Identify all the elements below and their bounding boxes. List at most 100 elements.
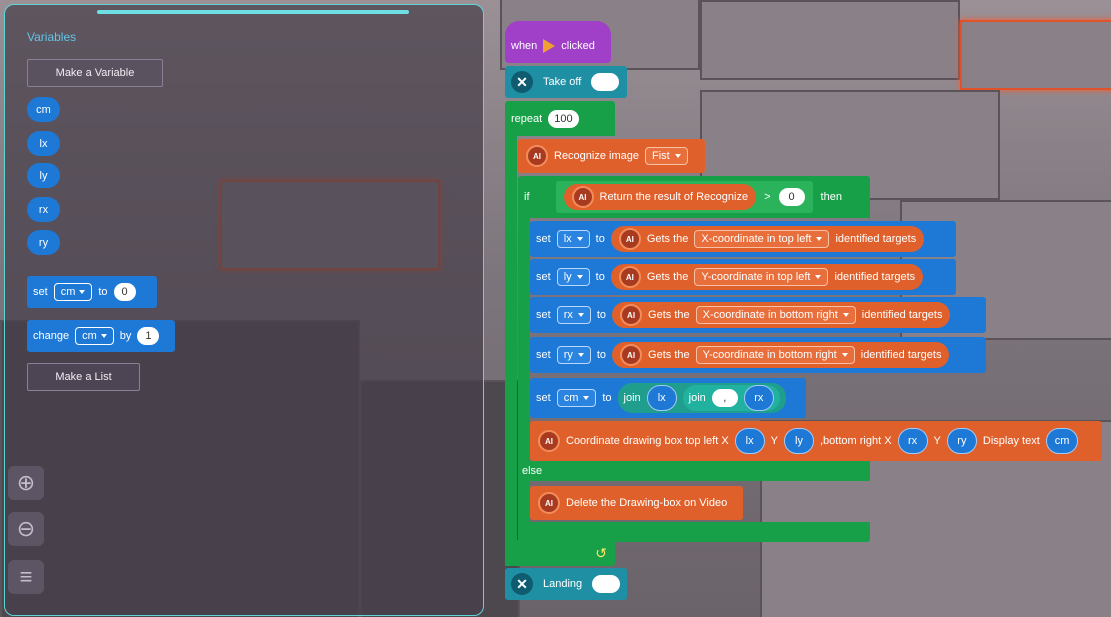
- repeat-count-input[interactable]: 100: [548, 109, 579, 128]
- to-label: to: [595, 271, 605, 283]
- make-variable-button[interactable]: Make a Variable: [27, 59, 163, 87]
- inner-join-reporter[interactable]: join , rx: [682, 385, 780, 411]
- set-lx-block[interactable]: set lx to AI Gets the X-coordinate in to…: [530, 221, 956, 257]
- x1-reporter[interactable]: lx: [734, 428, 765, 454]
- delete-drawing-box-block[interactable]: AI Delete the Drawing-box on Video: [530, 486, 743, 520]
- when-label: when: [511, 40, 538, 52]
- chevron-down-icon: [815, 275, 822, 279]
- dropdown-value: rx: [563, 309, 573, 321]
- reset-zoom-icon[interactable]: ≡: [8, 560, 44, 594]
- set-ly-block[interactable]: set ly to AI Gets the Y-coordinate in to…: [530, 259, 956, 295]
- coordinate-dropdown[interactable]: X-coordinate in bottom right: [695, 306, 856, 324]
- delete-label: Delete the Drawing-box on Video: [566, 497, 728, 509]
- landing-toggle[interactable]: [592, 575, 621, 593]
- get-coordinate-reporter[interactable]: AI Gets the Y-coordinate in top left ide…: [610, 264, 924, 290]
- variable-dropdown[interactable]: ry: [556, 346, 591, 364]
- repeat-arm: [505, 136, 517, 566]
- ai-icon: AI: [538, 430, 560, 452]
- variable-ry[interactable]: ry: [27, 230, 60, 255]
- variable-cm[interactable]: cm: [27, 97, 60, 122]
- set-ry-block[interactable]: set ry to AI Gets the Y-coordinate in bo…: [530, 337, 986, 373]
- display-text-label: Display text: [982, 435, 1040, 447]
- change-value-input[interactable]: 1: [137, 327, 160, 345]
- recognize-image-block[interactable]: AI Recognize image Fist: [518, 139, 705, 173]
- dropdown-value: cm: [82, 330, 97, 342]
- greater-than-operator[interactable]: AI Return the result of Recognize > 0: [555, 181, 813, 213]
- get-coordinate-reporter[interactable]: AI Gets the X-coordinate in bottom right…: [612, 302, 951, 328]
- gets-label: Gets the: [646, 271, 689, 283]
- recognize-result-reporter[interactable]: AI Return the result of Recognize: [563, 184, 757, 210]
- takeoff-toggle[interactable]: [591, 73, 620, 91]
- chevron-down-icon: [842, 313, 849, 317]
- change-label: change: [33, 330, 70, 342]
- draw-label: Coordinate drawing box top left X: [566, 435, 729, 447]
- dropdown-value: ry: [563, 349, 573, 361]
- set-label: set: [33, 286, 48, 298]
- result-label: Return the result of Recognize: [599, 191, 749, 203]
- rx-reporter[interactable]: rx: [743, 385, 774, 411]
- zoom-in-icon[interactable]: ⊕: [8, 466, 44, 500]
- chevron-down-icon: [674, 154, 681, 158]
- coordinate-dropdown[interactable]: X-coordinate in top left: [694, 230, 830, 248]
- join-reporter[interactable]: join lx join , rx: [617, 383, 786, 413]
- set-value-input[interactable]: 0: [113, 283, 136, 301]
- draw-box-block[interactable]: AI Coordinate drawing box top left X lx …: [530, 421, 1102, 461]
- variable-dropdown[interactable]: ly: [556, 268, 590, 286]
- if-label: if: [524, 191, 530, 203]
- y-label: Y: [933, 435, 941, 447]
- variable-dropdown[interactable]: rx: [556, 306, 591, 324]
- variable-ly[interactable]: ly: [27, 163, 60, 188]
- variable-lx[interactable]: lx: [27, 131, 60, 156]
- compare-value-input[interactable]: 0: [778, 188, 805, 206]
- suffix-label: identified targets: [861, 309, 943, 321]
- chevron-down-icon: [577, 313, 584, 317]
- variable-rx[interactable]: rx: [27, 197, 60, 222]
- gets-label: Gets the: [648, 309, 690, 321]
- recognize-option-dropdown[interactable]: Fist: [645, 147, 688, 165]
- set-rx-block[interactable]: set rx to AI Gets the X-coordinate in bo…: [530, 297, 986, 333]
- repeat-loop-arrow-icon: ↺: [505, 540, 615, 566]
- chevron-down-icon: [100, 334, 107, 338]
- ai-icon: AI: [526, 145, 548, 167]
- gets-label: Gets the: [646, 233, 689, 245]
- separator-input[interactable]: ,: [711, 389, 738, 407]
- get-coordinate-reporter[interactable]: AI Gets the Y-coordinate in bottom right…: [612, 342, 950, 368]
- y2-reporter[interactable]: ry: [946, 428, 977, 454]
- when-flag-clicked-block[interactable]: when clicked: [505, 21, 611, 63]
- by-label: by: [119, 330, 132, 342]
- chevron-down-icon: [79, 290, 86, 294]
- set-variable-dropdown[interactable]: cm: [53, 283, 93, 301]
- join-label: join: [623, 392, 641, 404]
- variable-dropdown[interactable]: cm: [556, 389, 597, 407]
- lx-reporter[interactable]: lx: [646, 385, 677, 411]
- set-cm-join-block[interactable]: set cm to join lx join , rx: [530, 378, 806, 418]
- text-reporter[interactable]: cm: [1045, 428, 1079, 454]
- to-label: to: [98, 286, 108, 298]
- drone-icon: ✕: [511, 71, 533, 93]
- set-label: set: [536, 233, 551, 245]
- suffix-label: identified targets: [835, 233, 917, 245]
- y1-reporter[interactable]: ly: [784, 428, 814, 454]
- recognize-label: Recognize image: [554, 150, 639, 162]
- x2-reporter[interactable]: rx: [897, 428, 928, 454]
- landing-label: Landing: [543, 578, 583, 590]
- set-label: set: [536, 271, 551, 283]
- set-label: set: [536, 392, 551, 404]
- make-list-button[interactable]: Make a List: [27, 363, 140, 391]
- zoom-out-icon[interactable]: ⊖: [8, 512, 44, 546]
- landing-block[interactable]: ✕ Landing: [505, 568, 627, 600]
- variable-dropdown[interactable]: lx: [556, 230, 590, 248]
- set-variable-block[interactable]: set cm to 0: [27, 276, 157, 308]
- coordinate-dropdown[interactable]: Y-coordinate in top left: [694, 268, 829, 286]
- repeat-block[interactable]: repeat 100: [505, 101, 615, 136]
- else-arm: [518, 481, 530, 524]
- dropdown-value: Y-coordinate in bottom right: [702, 349, 837, 361]
- coordinate-dropdown[interactable]: Y-coordinate in bottom right: [695, 346, 855, 364]
- clicked-label: clicked: [561, 40, 595, 52]
- if-else-block[interactable]: if AI Return the result of Recognize > 0…: [518, 176, 870, 218]
- takeoff-block[interactable]: ✕ Take off: [505, 66, 627, 98]
- get-coordinate-reporter[interactable]: AI Gets the X-coordinate in top left ide…: [610, 226, 925, 252]
- change-variable-dropdown[interactable]: cm: [75, 327, 114, 345]
- to-label: to: [596, 309, 607, 321]
- change-variable-block[interactable]: change cm by 1: [27, 320, 175, 352]
